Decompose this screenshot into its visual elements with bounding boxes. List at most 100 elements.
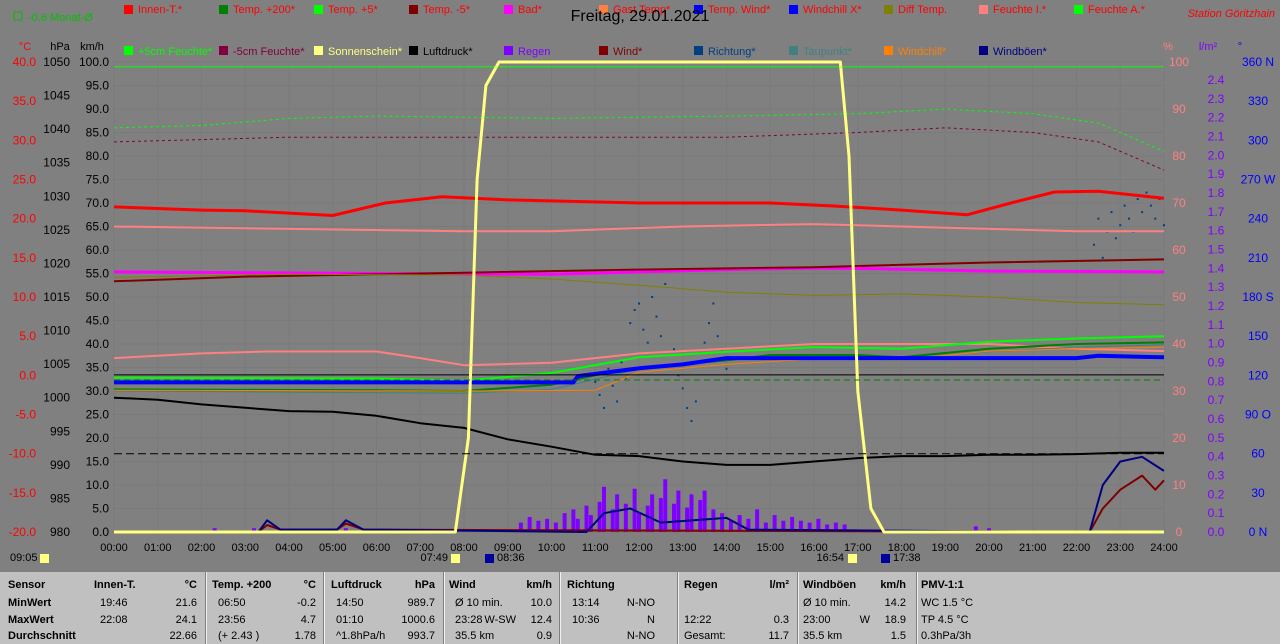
rain-tick-label: 2.4 <box>1208 73 1225 87</box>
rain-bar <box>645 505 650 532</box>
pressure-tick-label: 1005 <box>43 357 70 371</box>
direction-point <box>655 315 658 318</box>
stats-temp200-value: 1.78 <box>294 630 316 642</box>
direction-point <box>1163 224 1165 227</box>
wind-tick-label: 95.0 <box>86 79 110 93</box>
right-unit-label: l/m² <box>1199 41 1218 53</box>
rain-tick-label: 0.4 <box>1208 450 1225 464</box>
legend-label: Luftdruck* <box>423 46 473 58</box>
temp-tick-label: 40.0 <box>13 55 37 69</box>
legend-label: Bad* <box>518 4 543 16</box>
legend-swatch <box>884 5 893 14</box>
stats-temp200-value: 4.7 <box>300 614 316 626</box>
left-unit-label: km/h <box>80 41 104 53</box>
rain-tick-label: 0.5 <box>1208 431 1225 445</box>
direction-point <box>664 282 667 285</box>
wind-tick-label: 75.0 <box>86 173 110 187</box>
panel-separator <box>797 572 799 644</box>
station-name: Station Göritzhain <box>1188 8 1275 20</box>
direction-point <box>1110 211 1113 214</box>
legend-swatch <box>409 46 418 55</box>
direction-point <box>638 302 640 305</box>
sunrise-time: 07:49 <box>420 552 448 564</box>
rain-tick-label: 2.0 <box>1208 148 1225 162</box>
direction-tick-label: 360 N <box>1242 55 1274 69</box>
direction-point <box>712 302 715 305</box>
humidity-tick-label: 20 <box>1172 431 1186 445</box>
stats-pmv-value: TP 4.5 °C <box>921 614 969 626</box>
direction-point <box>651 296 654 298</box>
rain-tick-label: 0.1 <box>1208 506 1225 520</box>
x-tick-label: 13:00 <box>669 542 697 554</box>
stats-boeen-value: 18.9 <box>884 614 906 626</box>
rain-bar <box>584 505 589 532</box>
direction-point <box>1097 217 1100 220</box>
x-tick-label: 21:00 <box>1019 542 1047 554</box>
direction-tick-label: 210 <box>1248 251 1268 265</box>
rain-bar <box>711 509 716 532</box>
direction-point <box>659 335 662 338</box>
direction-point <box>1149 204 1152 207</box>
direction-point <box>681 387 684 390</box>
panel-separator <box>916 572 918 644</box>
rain-tick-label: 1.9 <box>1208 167 1225 181</box>
stats-luftdruck-time: 01:10 <box>336 614 364 626</box>
direction-point <box>594 380 597 383</box>
legend-label: Temp. Wind* <box>708 4 771 16</box>
legend-swatch <box>1074 5 1083 14</box>
stats-boeen-time: Ø 10 min. <box>803 597 851 609</box>
legend-swatch <box>979 46 988 55</box>
x-tick-label: 01:00 <box>144 542 172 554</box>
monthly-indicator-icon <box>13 11 23 21</box>
legend-label: Feuchte I.* <box>993 4 1047 16</box>
rain-tick-label: 2.1 <box>1208 130 1225 144</box>
pressure-tick-label: 990 <box>50 458 70 472</box>
pressure-tick-label: 1035 <box>43 156 70 170</box>
stats-boeen-value: 14.2 <box>884 597 906 609</box>
legend-label: Sonnenschein* <box>328 46 403 58</box>
temp-tick-label: 10.0 <box>13 290 37 304</box>
stats-temp200-unit: °C <box>303 579 316 591</box>
pressure-tick-label: 1040 <box>43 122 70 136</box>
chart-title: Freitag, 29.01.2021 <box>571 8 710 25</box>
direction-point <box>690 420 693 423</box>
rain-tick-label: 0.2 <box>1208 487 1225 501</box>
direction-point <box>603 406 605 409</box>
pressure-tick-label: 1020 <box>43 256 70 270</box>
pressure-tick-label: 1050 <box>43 55 70 69</box>
direction-tick-label: 30 <box>1251 486 1265 500</box>
time-marker-start: 09:05 <box>10 552 38 564</box>
legend-label: -5cm Feuchte* <box>233 46 305 58</box>
direction-point <box>616 400 619 403</box>
rain-tick-label: 0.0 <box>1208 525 1225 539</box>
panel-separator <box>205 572 207 644</box>
legend-label: Taupunkt* <box>803 46 853 58</box>
x-tick-label: 15:00 <box>756 542 784 554</box>
grid <box>113 61 1165 533</box>
legend-swatch <box>694 46 703 55</box>
weather-chart: 40.0 35.0 30.0 25.0 20.0 15.0 10.0 5.0 0.0 -5.0 -1… <box>9 4 1276 564</box>
right-unit-label: % <box>1163 41 1173 53</box>
weather-chart-window: 40.0 35.0 30.0 25.0 20.0 15.0 10.0 5.0 0.0 -5.0 -1… <box>0 0 1280 644</box>
stats-pmv-header: PMV-1:1 <box>921 579 964 591</box>
x-tick-label: 03:00 <box>231 542 259 554</box>
temp-tick-label: -10.0 <box>9 447 37 461</box>
stats-regen-header: Regen <box>684 579 718 591</box>
rain-tick-label: 1.8 <box>1208 186 1225 200</box>
direction-point <box>1136 198 1139 201</box>
legend-swatch <box>979 5 988 14</box>
panel-separator <box>677 572 679 644</box>
x-tick-label: 22:00 <box>1063 542 1091 554</box>
stats-wind-value: 10.0 <box>530 597 552 609</box>
pressure-tick-label: 980 <box>50 525 70 539</box>
direction-point <box>611 384 614 387</box>
legend-label: Innen-T.* <box>138 4 183 16</box>
stats-pmv-value: 0.3hPa/3h <box>921 630 972 642</box>
wind-tick-label: 55.0 <box>86 267 110 281</box>
rain-tick-label: 0.9 <box>1208 356 1225 370</box>
rain-tick-label: 1.4 <box>1208 261 1225 275</box>
rain-bar <box>658 498 663 532</box>
direction-tick-label: 90 O <box>1245 408 1271 422</box>
legend-swatch <box>124 46 133 55</box>
direction-point <box>1114 237 1117 240</box>
